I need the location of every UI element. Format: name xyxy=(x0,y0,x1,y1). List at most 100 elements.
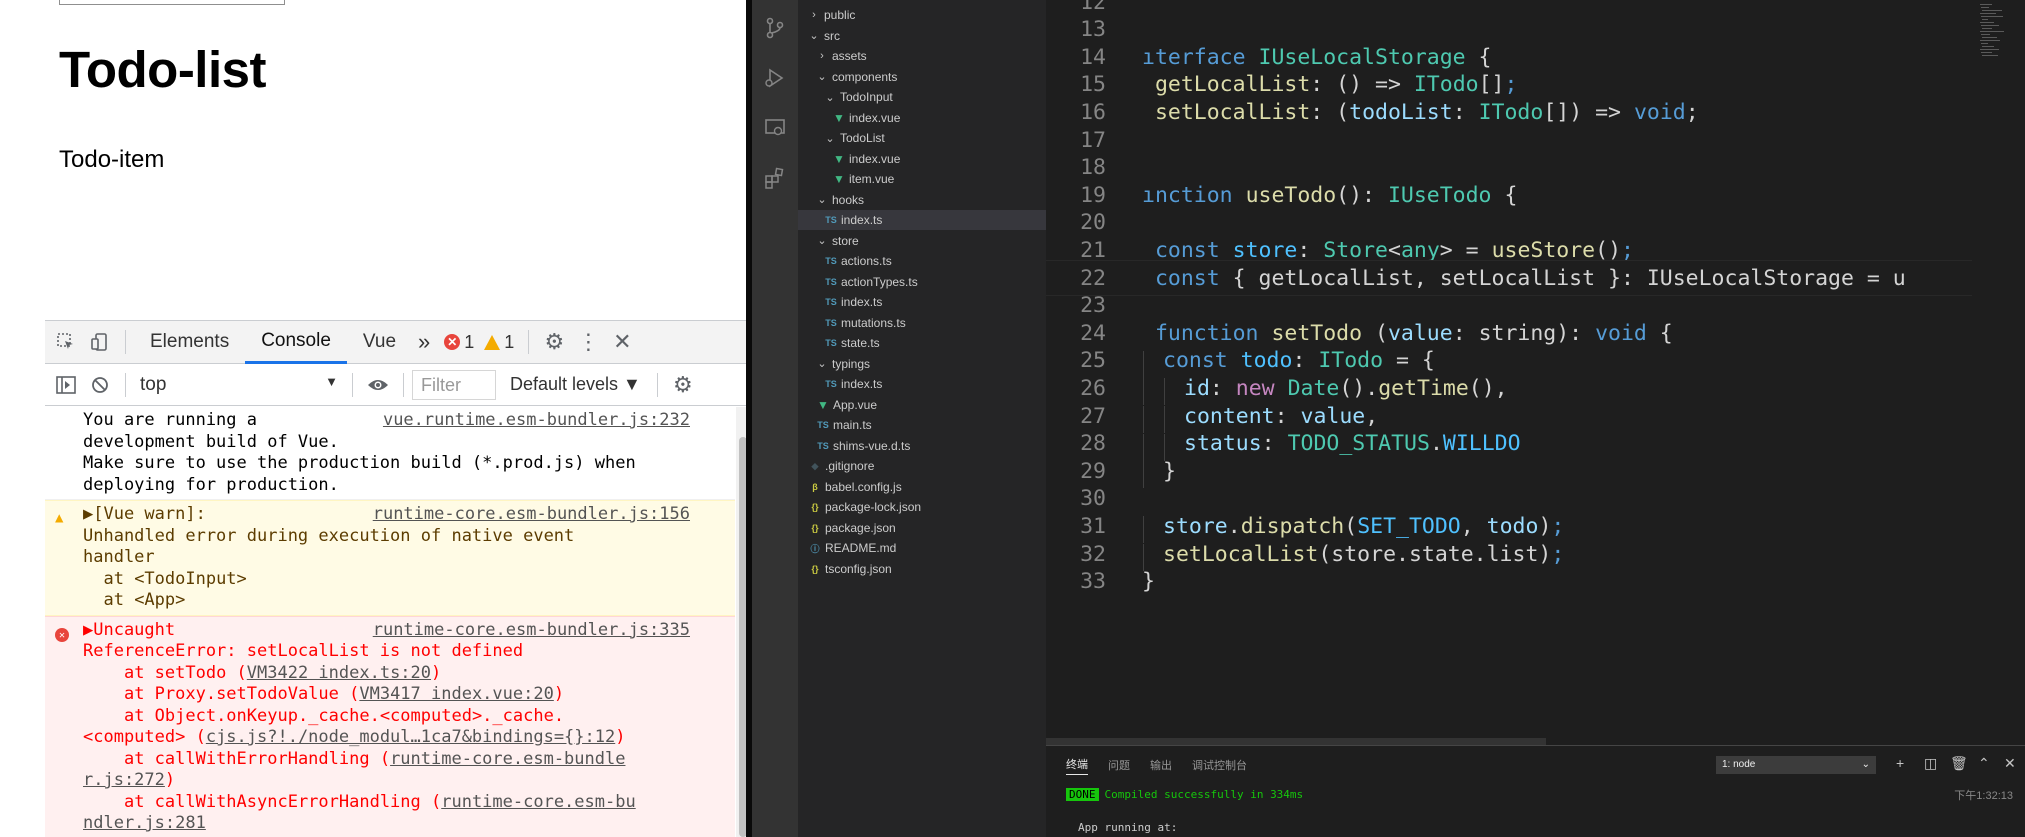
source-link[interactable]: runtime-core.esm-bundler.js:156 xyxy=(373,504,690,526)
device-toolbar-icon[interactable] xyxy=(83,327,117,357)
todo-input[interactable] xyxy=(59,0,285,5)
tree-folder[interactable]: ⌄ store xyxy=(798,231,1046,251)
tree-file[interactable]: TS state.ts xyxy=(798,333,1046,353)
stack-link[interactable]: VM3417 index.vue:20 xyxy=(359,684,553,704)
tree-file[interactable]: {} package-lock.json xyxy=(798,497,1046,517)
tree-file[interactable]: ▼ item.vue xyxy=(798,169,1046,189)
minimap-line xyxy=(1981,34,1990,35)
stack-link[interactable]: VM3422 index.ts:20 xyxy=(247,663,431,683)
code-line[interactable]: 33} xyxy=(1046,564,2025,600)
stack-link[interactable]: ndler.js:281 xyxy=(83,813,206,833)
more-tabs-button[interactable]: » xyxy=(412,321,436,364)
tree-label: typings xyxy=(832,356,871,371)
vue-file-icon: ▼ xyxy=(833,172,845,186)
minimap-line xyxy=(1982,55,1998,56)
tree-folder[interactable]: ⌄ TodoList xyxy=(798,128,1046,148)
tree-file[interactable]: ▼ index.vue xyxy=(798,108,1046,128)
sidebar-toggle-icon[interactable] xyxy=(49,370,83,400)
split-terminal-icon[interactable]: ◫ xyxy=(1924,755,1937,772)
minimap-line xyxy=(1982,37,1997,38)
tree-folder[interactable]: › public xyxy=(798,5,1046,25)
tree-file[interactable]: ▼ App.vue xyxy=(798,395,1046,415)
close-panel-icon[interactable]: ✕ xyxy=(2004,755,2016,772)
ts-file-icon: TS xyxy=(825,379,837,389)
remote-explorer-icon[interactable] xyxy=(762,116,788,142)
tree-folder[interactable]: ⌄ components xyxy=(798,67,1046,87)
app-running-text: App running at: xyxy=(1078,821,1178,834)
tab-console[interactable]: Console xyxy=(245,321,347,364)
tree-file[interactable]: TS index.ts xyxy=(798,210,1046,230)
tree-file[interactable]: TS mutations.ts xyxy=(798,313,1046,333)
tree-folder[interactable]: › assets xyxy=(798,46,1046,66)
minimap-line xyxy=(1981,52,1992,53)
issue-counter[interactable]: ✕ 1 1 xyxy=(444,332,514,353)
kebab-menu-icon[interactable]: ⋮ xyxy=(571,327,605,357)
minimap-line xyxy=(1980,13,1996,14)
tree-folder[interactable]: ⌄ hooks xyxy=(798,190,1046,210)
inspect-element-icon[interactable] xyxy=(49,327,83,357)
gear-icon[interactable]: ⚙ xyxy=(537,327,571,357)
tree-file[interactable]: ▼ index.vue xyxy=(798,149,1046,169)
clear-console-icon[interactable] xyxy=(83,370,117,400)
error-head[interactable]: ▶Uncaught xyxy=(83,620,175,640)
eye-icon[interactable] xyxy=(361,370,395,400)
console-output: You are running a development build of V… xyxy=(45,407,735,837)
tree-folder[interactable]: ⌄ src xyxy=(798,26,1046,46)
tree-file[interactable]: TS actions.ts xyxy=(798,251,1046,271)
babel-file-icon: β xyxy=(812,481,818,492)
run-debug-icon[interactable] xyxy=(762,66,788,92)
error-message: ReferenceError: setLocalList is not defi… xyxy=(83,641,524,661)
tab-output[interactable]: 输出 xyxy=(1150,757,1172,773)
tree-file[interactable]: {} package.json xyxy=(798,518,1046,538)
tab-elements[interactable]: Elements xyxy=(134,321,245,364)
console-settings-icon[interactable]: ⚙ xyxy=(666,370,700,400)
stack-link[interactable]: r.js:272 xyxy=(83,770,165,790)
minimap[interactable] xyxy=(1972,0,2025,745)
tree-file[interactable]: TS index.ts xyxy=(798,292,1046,312)
tree-file[interactable]: TS index.ts xyxy=(798,374,1046,394)
tree-label: assets xyxy=(832,49,867,63)
log-levels-select[interactable]: Default levels ▼ xyxy=(510,374,641,395)
close-icon[interactable]: ✕ xyxy=(605,327,639,357)
tree-folder[interactable]: ⌄ TodoInput xyxy=(798,87,1046,107)
chevron-down-icon: ⌄ xyxy=(817,358,827,370)
terminal-select[interactable]: 1: node ⌄ xyxy=(1716,756,1876,774)
stack-link[interactable]: runtime-core.esm-bundle xyxy=(390,749,625,769)
tree-label: index.ts xyxy=(841,295,883,309)
tree-file[interactable]: TS main.ts xyxy=(798,415,1046,435)
tree-file[interactable]: β babel.config.js xyxy=(798,477,1046,497)
tree-label: actions.ts xyxy=(841,254,892,268)
source-link[interactable]: runtime-core.esm-bundler.js:335 xyxy=(373,620,690,642)
tree-label: src xyxy=(824,28,840,43)
new-terminal-icon[interactable]: + xyxy=(1896,755,1904,771)
extensions-icon[interactable] xyxy=(762,166,788,192)
trash-icon[interactable]: 🗑 xyxy=(1950,755,1968,772)
separator xyxy=(125,372,126,397)
tab-problems[interactable]: 问题 xyxy=(1108,757,1130,773)
source-link[interactable]: vue.runtime.esm-bundler.js:232 xyxy=(383,410,690,432)
tab-vue[interactable]: Vue xyxy=(347,321,412,364)
minimap-line xyxy=(1982,28,1992,29)
code-token: } xyxy=(1142,569,1155,595)
tree-file[interactable]: TS shims-vue.d.ts xyxy=(798,436,1046,456)
tree-file[interactable]: TS actionTypes.ts xyxy=(798,272,1046,292)
tree-label: public xyxy=(824,8,856,22)
tab-debug-console[interactable]: 调试控制台 xyxy=(1192,757,1247,773)
tab-terminal[interactable]: 终端 xyxy=(1066,756,1088,775)
terminal-output[interactable]: DONE Compiled successfully in 334ms App r… xyxy=(1066,784,2016,834)
code-editor[interactable]: 12 13 14 ıterface IUseLocalStorage {15 getL… xyxy=(1046,0,2025,745)
separator xyxy=(403,372,404,397)
ts-file-icon: TS xyxy=(817,420,829,430)
stack-link[interactable]: runtime-core.esm-bu xyxy=(441,792,635,812)
chevron-down-icon: ⌄ xyxy=(825,91,835,104)
tree-file[interactable]: ⓘ README.md xyxy=(798,538,1046,558)
tree-file[interactable]: {} tsconfig.json xyxy=(798,559,1046,579)
context-select[interactable]: top ▼ xyxy=(134,374,344,396)
tree-folder[interactable]: ⌄ typings xyxy=(798,354,1046,374)
separator xyxy=(352,372,353,397)
tree-file[interactable]: ◆ .gitignore xyxy=(798,456,1046,476)
filter-input[interactable]: Filter xyxy=(412,369,496,400)
stack-link[interactable]: cjs.js?!./node_modul…1ca7&bindings={}:12 xyxy=(206,727,615,747)
maximize-panel-icon[interactable]: ⌃ xyxy=(1978,755,1990,772)
source-control-icon[interactable] xyxy=(762,16,788,42)
